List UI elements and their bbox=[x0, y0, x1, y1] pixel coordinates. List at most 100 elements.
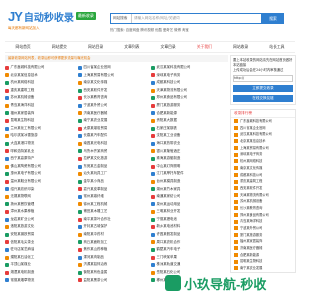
site-link[interactable]: 西宁某高原特产 bbox=[5, 155, 78, 163]
site-link[interactable]: 泉州某运动用品 bbox=[151, 201, 224, 209]
site-link[interactable]: 郑州某食品有限公司 bbox=[151, 94, 224, 102]
site-link[interactable]: 台州某模具制造 bbox=[151, 178, 224, 186]
site-link[interactable]: 汕头某玩具工厂 bbox=[78, 170, 151, 178]
site-link[interactable]: 北京某某信息技术 bbox=[5, 72, 78, 80]
nav-item[interactable]: 站长工具 bbox=[259, 42, 295, 52]
site-link[interactable]: 新乡某电池材料 bbox=[151, 223, 224, 231]
rank-item[interactable]: 合肥某新能源 bbox=[231, 252, 295, 259]
rank-item[interactable]: 成都某科技公司 bbox=[231, 172, 295, 179]
rank-item[interactable]: 广东鑫城科技有限公司 bbox=[231, 118, 295, 125]
nav-item[interactable]: 关于我们 bbox=[186, 42, 222, 52]
site-link[interactable]: 常州某碳纤维 bbox=[78, 193, 151, 201]
site-link[interactable]: 南昌某光电科技 bbox=[78, 140, 151, 148]
site-link[interactable]: 焦作某山药种植 bbox=[78, 246, 151, 254]
site-link[interactable]: 哈尔滨某冰雪旅游 bbox=[5, 132, 78, 140]
site-link[interactable]: 温州某鞋业有限公司 bbox=[5, 178, 78, 186]
site-link[interactable]: 拉萨某文化旅游 bbox=[78, 155, 151, 163]
rank-item[interactable]: 南京某文化传媒 bbox=[231, 165, 295, 172]
site-link[interactable]: 宁波某外贸公司 bbox=[78, 102, 151, 110]
site-link[interactable]: 常德某烟草物流 bbox=[5, 277, 78, 285]
nav-item[interactable]: 网站首页 bbox=[5, 42, 41, 52]
site-link[interactable]: 珠海某游艇制造 bbox=[151, 155, 224, 163]
site-link[interactable]: 福州某家居装饰 bbox=[5, 110, 78, 118]
url-input[interactable]: http:// bbox=[233, 75, 293, 82]
site-link[interactable]: 沈阳某工业设备 bbox=[151, 132, 224, 140]
search-input[interactable]: 请输入网站名称/网址/关键词 bbox=[132, 14, 261, 23]
site-link[interactable]: 厦门某旅游服务 bbox=[151, 102, 224, 110]
site-link[interactable]: 南京某文化传媒 bbox=[78, 79, 151, 87]
nav-item[interactable]: 文章目录 bbox=[150, 42, 186, 52]
nav-item[interactable]: 文章列表 bbox=[114, 42, 150, 52]
site-link[interactable]: 苏州某机械设备 bbox=[5, 94, 78, 102]
rank-item[interactable]: 福州某家居装饰 bbox=[231, 238, 295, 245]
site-link[interactable]: 莆田某木雕工艺 bbox=[78, 208, 151, 216]
site-link[interactable]: 成都某科技公司 bbox=[151, 79, 224, 87]
site-link[interactable]: 中山某灯饰照明 bbox=[151, 163, 224, 171]
nav-item[interactable]: 网站收录 bbox=[223, 42, 259, 52]
site-link[interactable]: 大连某港口物流 bbox=[5, 140, 78, 148]
site-link[interactable]: 漯河某肉制品 bbox=[78, 254, 151, 262]
rank-item[interactable]: 昆明某生物科技 bbox=[231, 258, 295, 265]
site-link[interactable]: 鹤壁某汽车电子 bbox=[151, 246, 224, 254]
site-link[interactable]: 嘉兴某皮革制品 bbox=[78, 186, 151, 194]
site-link[interactable]: 许昌某假发制品 bbox=[151, 231, 224, 239]
site-link[interactable]: 安阳某钢铁贸易 bbox=[5, 231, 78, 239]
site-link[interactable]: 扬州某餐饮管理 bbox=[5, 201, 78, 209]
rank-item[interactable]: 长沙某教育咨询 bbox=[231, 205, 295, 212]
site-link[interactable]: 贵阳某大数据 bbox=[151, 117, 224, 125]
search-button[interactable]: 搜索 bbox=[262, 13, 284, 24]
site-link[interactable]: 杭州某网络科技 bbox=[5, 79, 78, 87]
site-link[interactable]: 深圳某电子商务 bbox=[151, 72, 224, 80]
rank-item[interactable]: 杭州某网络科技 bbox=[231, 158, 295, 165]
rank-item[interactable]: 郑州某食品有限公司 bbox=[231, 212, 295, 219]
rank-item[interactable]: 深圳某电子商务 bbox=[231, 151, 295, 158]
rank-item[interactable]: 济南某医疗器械 bbox=[231, 245, 295, 252]
site-link[interactable]: 洛阳某旅游文化 bbox=[5, 223, 78, 231]
site-link[interactable]: 南宁某农业发展 bbox=[78, 117, 151, 125]
site-link[interactable]: 石家庄某钢铁 bbox=[151, 125, 224, 133]
rank-item[interactable]: 青岛某海洋科技 bbox=[231, 218, 295, 225]
site-link[interactable]: 呼和浩特某乳业 bbox=[5, 148, 78, 156]
rank-item[interactable]: 天津某物流有限公司 bbox=[231, 192, 295, 199]
site-link[interactable]: 龙岩某矿业公司 bbox=[5, 216, 78, 224]
site-link[interactable]: 济源某铅锌冶炼 bbox=[78, 261, 151, 269]
site-link[interactable]: 南平某茶叶合作社 bbox=[78, 216, 151, 224]
site-link[interactable]: 信阳某毛尖茶业 bbox=[5, 239, 78, 247]
site-link[interactable]: 株洲某轨道交通 bbox=[151, 261, 224, 269]
rank-item[interactable]: 上海某贸易有限公司 bbox=[231, 145, 295, 152]
site-link[interactable]: 漳州某水果种植 bbox=[5, 208, 78, 216]
rank-item[interactable]: 重庆某建筑工程 bbox=[231, 178, 295, 185]
site-link[interactable]: 天津某物流有限公司 bbox=[151, 87, 224, 95]
exchange-link-button[interactable]: 在线交换友链 bbox=[233, 95, 293, 102]
search-type-select[interactable]: 网站搜索 bbox=[111, 14, 132, 23]
site-link[interactable]: 惠州某电子有限公司 bbox=[5, 170, 78, 178]
site-link[interactable]: 青岛某海洋科技 bbox=[5, 102, 78, 110]
site-link[interactable]: 商丘某面粉加工 bbox=[78, 239, 151, 247]
rank-item[interactable]: 厦门某旅游服务 bbox=[231, 232, 295, 239]
site-link[interactable]: 宁德某锂电池 bbox=[151, 216, 224, 224]
site-link[interactable]: 徐州某工程机械 bbox=[78, 201, 151, 209]
rank-item[interactable]: 宁波某外贸公司 bbox=[231, 225, 295, 232]
rank-item[interactable]: 西安某软件开发 bbox=[231, 185, 295, 192]
site-link[interactable]: 重庆某建筑工程 bbox=[5, 87, 78, 95]
site-link[interactable]: 益阳某黑茶公司 bbox=[78, 277, 151, 285]
site-link[interactable]: 濮阳某石油化工 bbox=[5, 254, 78, 262]
site-link[interactable]: 开封某古城保护 bbox=[78, 223, 151, 231]
site-link[interactable]: 南阳某中药材 bbox=[78, 231, 151, 239]
site-link[interactable]: 四川省某企业官网 bbox=[78, 64, 151, 72]
site-link[interactable]: 驻马店某芝麻油 bbox=[5, 246, 78, 254]
site-link[interactable]: 合肥某新能源 bbox=[151, 110, 224, 118]
site-link[interactable]: 海口某热带农业 bbox=[151, 140, 224, 148]
site-link[interactable]: 湘潭某电机制造 bbox=[5, 269, 78, 277]
rank-item[interactable]: 武汉某某科技有限公司 bbox=[231, 131, 295, 138]
site-link[interactable]: 乌鲁木齐某商贸 bbox=[78, 148, 151, 156]
site-link[interactable]: 长春某汽车配件 bbox=[78, 132, 151, 140]
site-logo[interactable]: JY 自动秒收录 最新收录 bbox=[8, 9, 96, 24]
site-link[interactable]: 东莞某五金制品 bbox=[78, 163, 151, 171]
site-link[interactable]: 上海某贸易有限公司 bbox=[78, 72, 151, 80]
rank-item[interactable]: 北京某某信息技术 bbox=[231, 138, 295, 145]
site-link[interactable]: 南通某家纺公司 bbox=[151, 193, 224, 201]
site-link[interactable]: 金华某小商品 bbox=[78, 178, 151, 186]
site-link[interactable]: 兰州某化工有限公司 bbox=[5, 125, 78, 133]
rank-item[interactable]: 南宁某农业发展 bbox=[231, 265, 295, 272]
